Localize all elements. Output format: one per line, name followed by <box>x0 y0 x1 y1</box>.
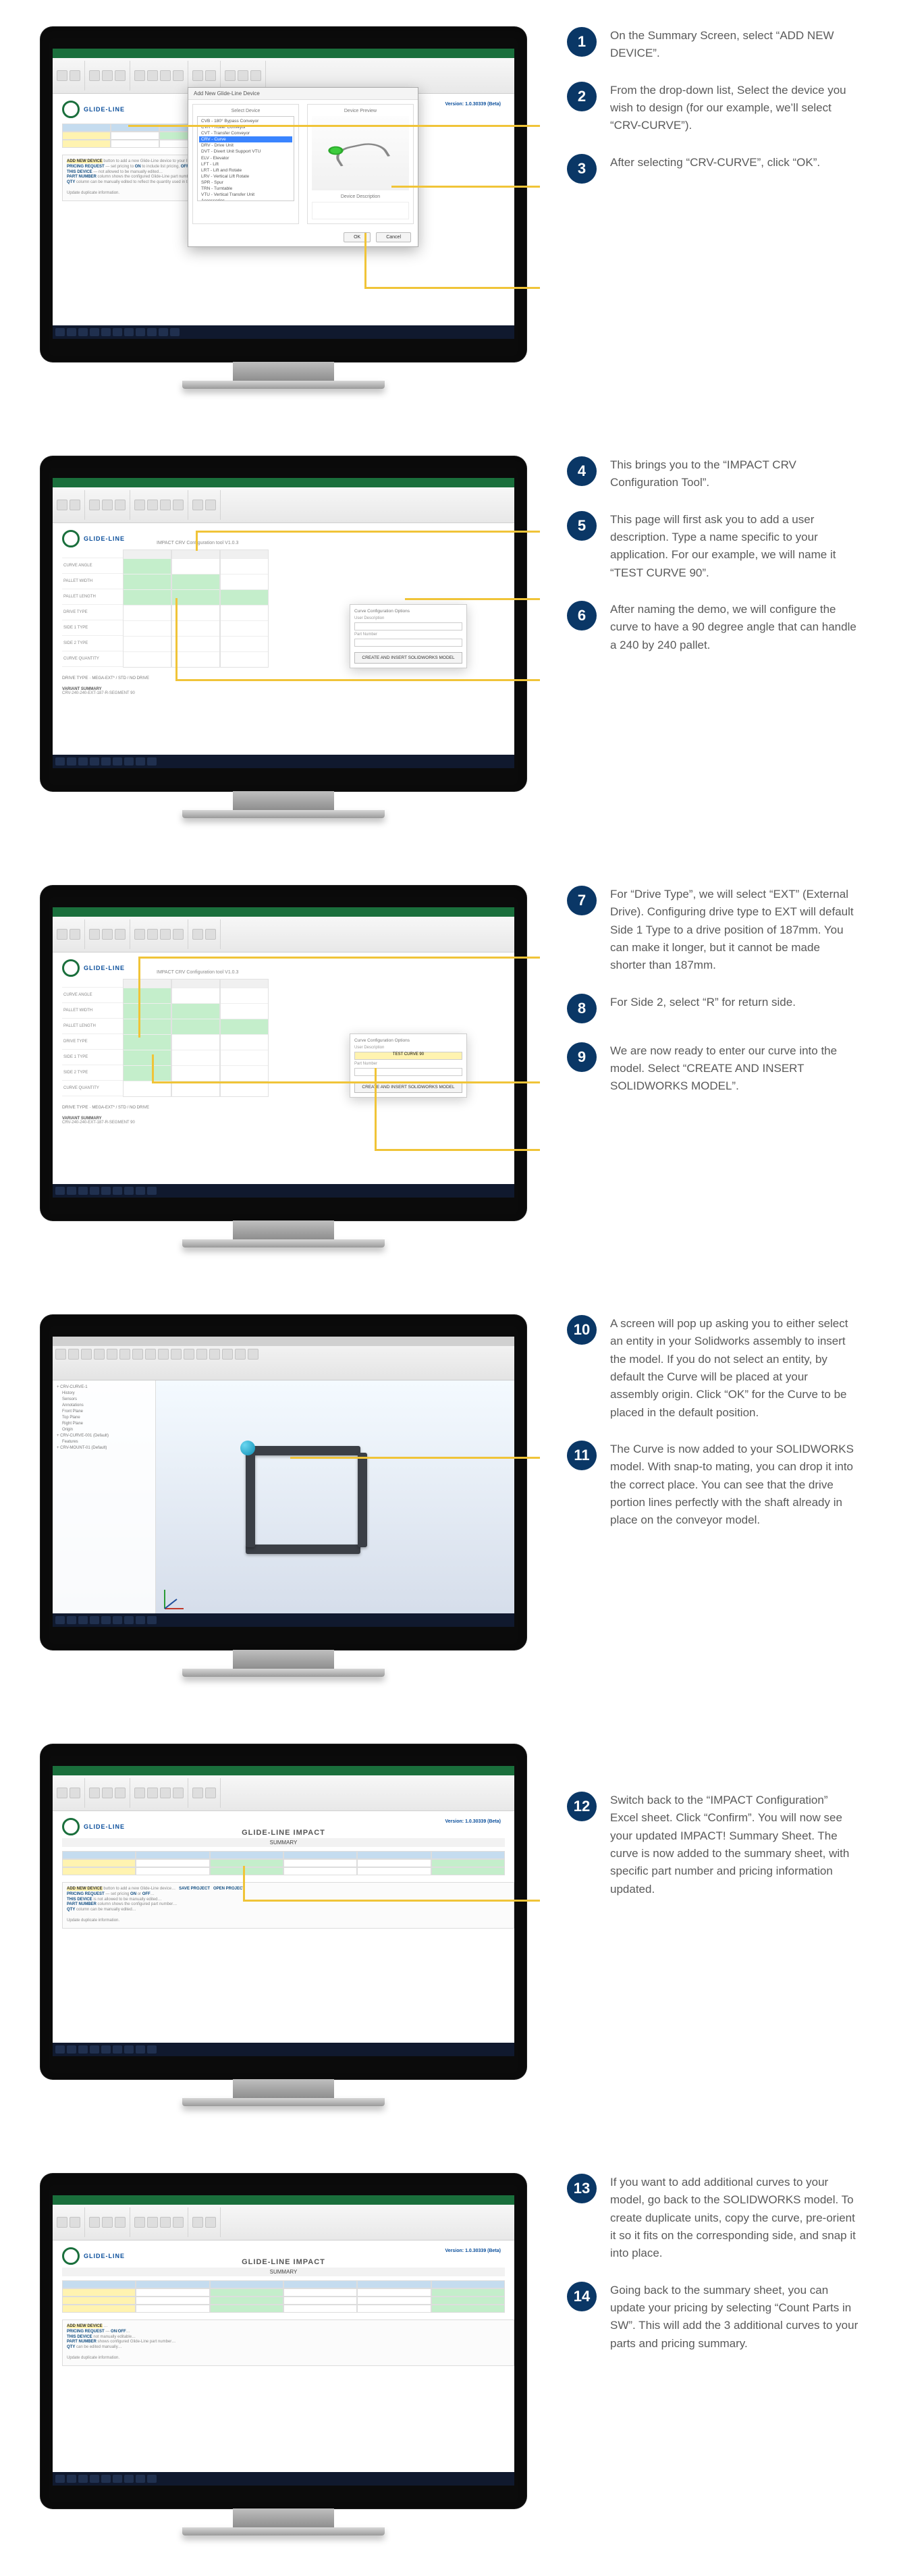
screen-crv-config-2: GLIDE-LINE IMPACT CRV Configuration tool… <box>53 907 514 1198</box>
add-device-dialog: Add New Glide-Line Device Select Device … <box>188 87 418 247</box>
step-text-6: After naming the demo, we will configure… <box>610 601 859 654</box>
step-text-9: We are now ready to enter our curve into… <box>610 1042 859 1096</box>
step-text-3: After selecting “CRV-CURVE”, click “OK”. <box>610 154 820 171</box>
excel-titlebar <box>53 49 514 58</box>
step-badge-1: 1 <box>567 27 597 57</box>
step-text-8: For Side 2, select “R” for return side. <box>610 994 796 1011</box>
create-insert-sw-button[interactable]: CREATE AND INSERT SOLIDWORKS MODEL <box>354 1081 462 1093</box>
impact-title: GLIDE-LINE IMPACT <box>62 1829 505 1837</box>
device-3d-preview <box>312 116 409 190</box>
section-4: + CRV-CURVE-1HistorySensorsAnnotationsFr… <box>0 1288 899 1717</box>
step-badge-3: 3 <box>567 154 597 184</box>
monitor-4: + CRV-CURVE-1HistorySensorsAnnotationsFr… <box>40 1315 526 1677</box>
steps-col-4: 10 A screen will pop up asking you to eit… <box>526 1315 859 1549</box>
screen-summary-updated: GLIDE-LINE GLIDE-LINE IMPACT SUMMARY Ver… <box>53 1766 514 2056</box>
step-text-11: The Curve is now added to your SOLIDWORK… <box>610 1441 859 1530</box>
monitor-3: GLIDE-LINE IMPACT CRV Configuration tool… <box>40 886 526 1247</box>
variant-summary-val: CRV-240-240-EXT-187-R-SEGMENT 90 <box>62 691 505 695</box>
steps-col-3: 7 For “Drive Type”, we will select “EXT” … <box>526 886 859 1115</box>
device-dropdown-list[interactable]: CVB - 180° Bypass ConveyorCVR - Roller C… <box>197 116 294 201</box>
feature-tree[interactable]: + CRV-CURVE-1HistorySensorsAnnotationsFr… <box>53 1380 156 1627</box>
steps-col-1: 1 On the Summary Screen, select “ADD NEW … <box>526 27 859 203</box>
screen-summary-add-device: GLIDE-LINE Version: 1.0.30339 (Beta) ADD… <box>53 49 514 339</box>
dialog-ok-button[interactable]: OK <box>344 232 371 242</box>
step-text-4: This brings you to the “IMPACT CRV Confi… <box>610 456 859 492</box>
dialog-cancel-button[interactable]: Cancel <box>376 232 411 242</box>
step-text-12: Switch back to the “IMPACT Configuration… <box>610 1792 859 1898</box>
curve-3d-model <box>246 1446 367 1554</box>
steps-col-2: 4 This brings you to the “IMPACT CRV Conf… <box>526 456 859 673</box>
monitor-1: GLIDE-LINE Version: 1.0.30339 (Beta) ADD… <box>40 27 526 389</box>
dialog-title: Add New Glide-Line Device <box>188 88 418 100</box>
section-6: GLIDE-LINE GLIDE-LINE IMPACT SUMMARY Ver… <box>0 2147 899 2576</box>
step-badge-4: 4 <box>567 456 597 486</box>
step-text-7: For “Drive Type”, we will select “EXT” (… <box>610 886 859 975</box>
step-badge-13: 13 <box>567 2174 597 2203</box>
step-text-10: A screen will pop up asking you to eithe… <box>610 1315 859 1422</box>
create-insert-sw-button[interactable]: CREATE AND INSERT SOLIDWORKS MODEL <box>354 652 462 664</box>
step-text-14: Going back to the summary sheet, you can… <box>610 2282 859 2353</box>
windows-taskbar <box>53 325 514 339</box>
step-badge-6: 6 <box>567 601 597 630</box>
monitor-2: GLIDE-LINE IMPACT CRV Configuration tool… <box>40 456 526 818</box>
section-5: GLIDE-LINE GLIDE-LINE IMPACT SUMMARY Ver… <box>0 1717 899 2147</box>
step-badge-9: 9 <box>567 1042 597 1072</box>
step-badge-8: 8 <box>567 994 597 1023</box>
part-number-display <box>354 639 462 647</box>
tool-title: IMPACT CRV Configuration tool V1.0.3 <box>157 541 505 545</box>
step-badge-5: 5 <box>567 511 597 541</box>
step-badge-14: 14 <box>567 2282 597 2311</box>
screen-crv-config-1: GLIDE-LINE IMPACT CRV Configuration tool… <box>53 478 514 768</box>
monitor-6: GLIDE-LINE GLIDE-LINE IMPACT SUMMARY Ver… <box>40 2174 526 2535</box>
origin-triad-icon <box>161 1586 188 1613</box>
drive-cylinder-icon <box>240 1441 255 1455</box>
config-options-dialog: Curve Configuration Options User Descrip… <box>350 604 467 668</box>
impact-subtitle: SUMMARY <box>62 1838 505 1847</box>
screen-solidworks: + CRV-CURVE-1HistorySensorsAnnotationsFr… <box>53 1337 514 1627</box>
step-badge-12: 12 <box>567 1792 597 1821</box>
screen-summary-final: GLIDE-LINE GLIDE-LINE IMPACT SUMMARY Ver… <box>53 2195 514 2486</box>
section-1: GLIDE-LINE Version: 1.0.30339 (Beta) ADD… <box>0 0 899 429</box>
step-badge-7: 7 <box>567 886 597 915</box>
version-tag: Version: 1.0.30339 (Beta) <box>445 102 501 107</box>
step-text-1: On the Summary Screen, select “ADD NEW D… <box>610 27 859 63</box>
step-badge-11: 11 <box>567 1441 597 1470</box>
step-text-5: This page will first ask you to add a us… <box>610 511 859 582</box>
step-text-2: From the drop-down list, Select the devi… <box>610 82 859 135</box>
monitor-5: GLIDE-LINE GLIDE-LINE IMPACT SUMMARY Ver… <box>40 1744 526 2106</box>
steps-col-6: 13 If you want to add additional curves t… <box>526 2174 859 2371</box>
step-text-13: If you want to add additional curves to … <box>610 2174 859 2263</box>
user-description-input[interactable]: TEST CURVE 90 <box>354 1052 462 1060</box>
step-badge-2: 2 <box>567 82 597 111</box>
section-3: GLIDE-LINE IMPACT CRV Configuration tool… <box>0 859 899 1288</box>
user-description-input[interactable] <box>354 622 462 630</box>
section-2: GLIDE-LINE IMPACT CRV Configuration tool… <box>0 429 899 859</box>
step-badge-10: 10 <box>567 1315 597 1345</box>
steps-col-5: 12 Switch back to the “IMPACT Configurati… <box>526 1744 859 1917</box>
